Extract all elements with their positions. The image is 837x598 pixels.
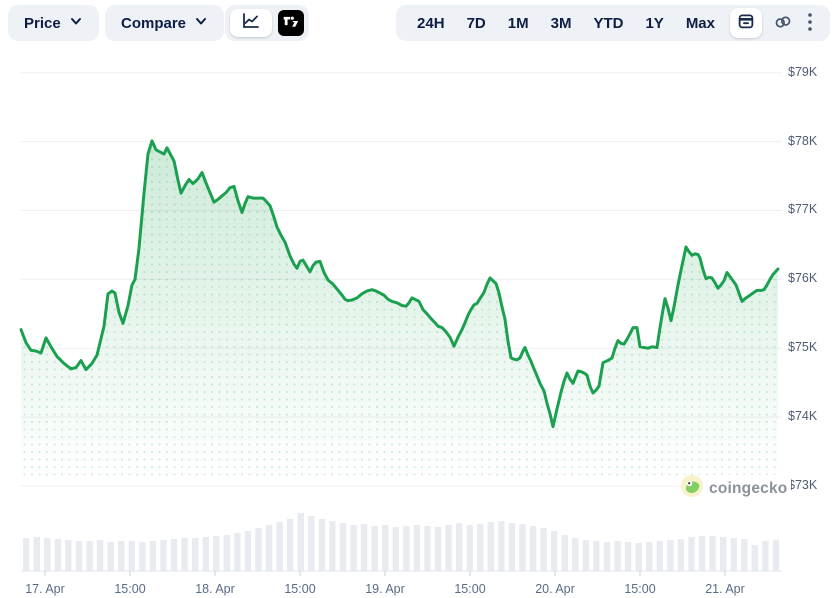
y-axis-label: $77K: [788, 202, 817, 216]
coingecko-wordmark: coingecko: [709, 480, 787, 498]
calendar-icon: [737, 12, 755, 35]
y-axis-label: $75K: [788, 340, 817, 354]
y-axis-label: $73K: [788, 478, 817, 492]
price-area-fill: [21, 141, 778, 480]
line-chart-icon: [242, 13, 260, 34]
x-axis-label: 19. Apr: [365, 582, 405, 596]
tradingview-toggle[interactable]: [278, 10, 304, 36]
x-axis-label: 17. Apr: [25, 582, 65, 596]
chart-type-segmented-control: [225, 5, 309, 41]
chevron-down-icon: [194, 14, 208, 32]
x-axis-label: 20. Apr: [535, 582, 575, 596]
kebab-menu-icon: [807, 12, 813, 35]
share-link-button[interactable]: [766, 5, 800, 41]
volume-bars: [23, 513, 779, 571]
price-chart-canvas: [0, 0, 837, 598]
x-axis-label: 18. Apr: [195, 582, 235, 596]
price-dropdown-label: Price: [24, 15, 61, 32]
coingecko-watermark: coingecko: [681, 475, 791, 502]
chart-toolbar: Price Compare: [0, 0, 837, 46]
chart-widget: Price Compare: [0, 0, 837, 598]
y-axis-label: $74K: [788, 409, 817, 423]
tradingview-icon: [282, 14, 300, 33]
line-chart-toggle[interactable]: [230, 9, 272, 37]
compare-dropdown-button[interactable]: Compare: [105, 5, 224, 41]
x-axis-label: 15:00: [284, 582, 315, 596]
time-range-group: 24H 7D 1M 3M YTD 1Y Max: [396, 5, 830, 41]
range-1m-button[interactable]: 1M: [497, 5, 540, 41]
range-ytd-button[interactable]: YTD: [582, 5, 634, 41]
chevron-down-icon: [69, 14, 83, 32]
y-axis-label: $79K: [788, 65, 817, 79]
range-3m-button[interactable]: 3M: [540, 5, 583, 41]
more-options-button[interactable]: [800, 5, 820, 41]
x-axis-label: 21. Apr: [705, 582, 745, 596]
link-icon: [773, 12, 793, 35]
price-chart-plot[interactable]: $79K $78K $77K $76K $75K $74K $73K 17. A…: [0, 0, 837, 598]
coingecko-logo-icon: [681, 475, 703, 502]
compare-dropdown-label: Compare: [121, 15, 186, 32]
range-24h-button[interactable]: 24H: [406, 5, 456, 41]
x-axis-baseline: [21, 571, 782, 576]
price-dropdown-button[interactable]: Price: [8, 5, 99, 41]
calendar-range-button[interactable]: [730, 8, 762, 38]
range-1y-button[interactable]: 1Y: [634, 5, 674, 41]
y-axis-label: $76K: [788, 271, 817, 285]
x-axis-label: 15:00: [454, 582, 485, 596]
range-7d-button[interactable]: 7D: [456, 5, 497, 41]
y-axis-label: $78K: [788, 134, 817, 148]
range-max-button[interactable]: Max: [675, 5, 726, 41]
x-axis-label: 15:00: [114, 582, 145, 596]
x-axis-label: 15:00: [624, 582, 655, 596]
